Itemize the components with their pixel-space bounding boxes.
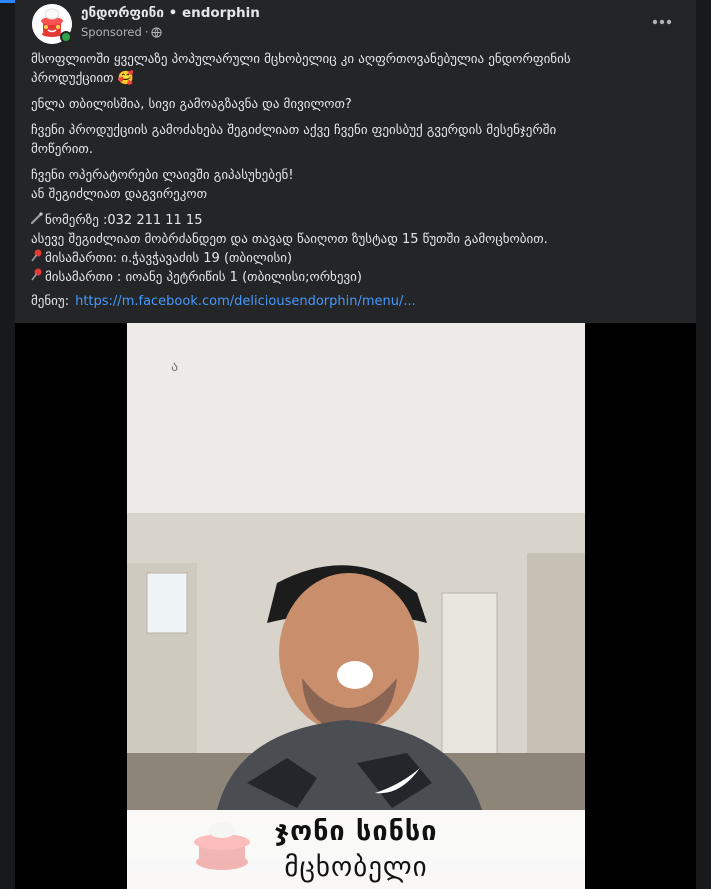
address-1: მისამართი: ი.ჭავჭავაძის 19 (თბილისი)	[45, 251, 293, 266]
more-options-button[interactable]	[647, 10, 677, 34]
page-name-link[interactable]: ენდორფინი • endorphin	[81, 5, 260, 21]
menu-label: მენიუ:	[31, 294, 70, 309]
paragraph-intro: მსოფლიოში ყველაზე პოპულარული მცხობელიც კ…	[31, 50, 681, 88]
phone-line: ნომერზე :032 211 11 15	[30, 211, 681, 230]
address-line: მისამართი: ი.ჭავჭავაძის 19 (თბილისი)	[31, 249, 681, 268]
post-header: ენდორფინი • endorphin Sponsored ·	[15, 0, 696, 46]
sponsored-label[interactable]: Sponsored	[81, 25, 142, 39]
text-line: მსოფლიოში ყველაზე პოპულარული მცხობელიც კ…	[31, 52, 571, 67]
round-pushpin-icon	[31, 268, 45, 287]
paragraph-contacts: ნომერზე :032 211 11 15 ასევე შეგიძლიათ მ…	[30, 211, 681, 311]
video-scene: ა	[127, 323, 585, 810]
text-line: ენლა თბილისშია, სივი გამოაგზავნა და მივი…	[31, 97, 352, 112]
text-line: ჩვენი ოპერატორები ლაივში გიპასუხებენ!	[31, 168, 294, 183]
paragraph-question: ენლა თბილისშია, სივი გამოაგზავნა და მივი…	[31, 95, 681, 114]
text-line: პროდუქციით 🥰	[31, 71, 134, 86]
text-line: ჩვენი პროდუქციის გამოძახება შეგიძლიათ აქ…	[31, 123, 557, 138]
more-options-icon	[652, 19, 672, 25]
caption-name: ჯონი სინსი	[274, 816, 438, 847]
address-2: მისამართი : იოანე პეტრიწის 1 (თბილისი;ორ…	[45, 270, 362, 285]
video-frame[interactable]: ა ჯონი სინსი მცხობელი	[127, 323, 585, 889]
menu-line: მენიუ: https://m.facebook.com/deliciousen…	[31, 292, 681, 311]
video-caption: ჯონი სინსი მცხობელი	[127, 810, 585, 889]
text-line: ასევე შეგიძლიათ მობრძანდეთ და თავად წაიღ…	[31, 232, 548, 247]
caption-title: მცხობელი	[284, 852, 428, 883]
globe-icon	[151, 27, 163, 41]
video-player[interactable]: ა ჯონი სინსი მცხობელი	[15, 323, 696, 889]
paragraph-order: ჩვენი პროდუქციის გამოძახება შეგიძლიათ აქ…	[31, 121, 681, 159]
phone-icon	[30, 211, 45, 230]
sponsored-post-card: ენდორფინი • endorphin Sponsored · მსოფლიო…	[15, 0, 696, 889]
menu-link[interactable]: https://m.facebook.com/deliciousendorphi…	[75, 294, 416, 309]
round-pushpin-icon	[31, 249, 45, 268]
online-status-dot	[60, 31, 72, 43]
post-message: მსოფლიოში ყველაზე პოპულარული მცხობელიც კ…	[30, 50, 681, 311]
text-line: ან შეგიძლიათ დაგვირეკოთ	[31, 187, 208, 202]
paragraph-operators: ჩვენი ოპერატორები ლაივში გიპასუხებენ! ან…	[31, 166, 681, 204]
phone-number: ნომერზე :032 211 11 15	[45, 213, 203, 228]
post-meta: Sponsored ·	[81, 25, 163, 41]
svg-text:ა: ა	[171, 359, 178, 375]
address-line: მისამართი : იოანე პეტრიწის 1 (თბილისი;ორ…	[31, 268, 681, 287]
text-line: მოწერით.	[31, 142, 93, 157]
meta-separator: ·	[144, 25, 149, 39]
